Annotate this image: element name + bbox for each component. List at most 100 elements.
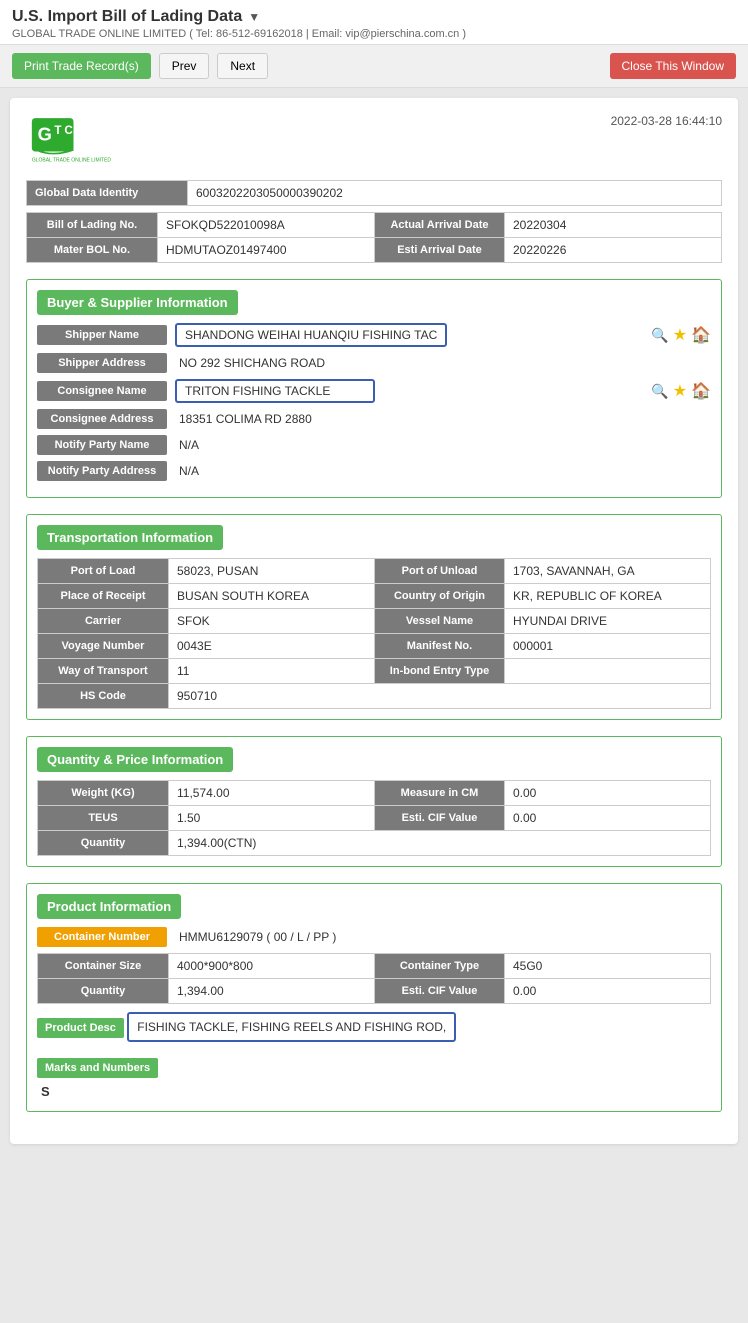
- shipper-star-icon[interactable]: ★: [673, 325, 687, 345]
- global-identity-label: Global Data Identity: [27, 181, 187, 205]
- teus-label: TEUS: [38, 806, 168, 830]
- company-logo: G T C GLOBAL TRADE ONLINE LIMITED: [26, 114, 146, 164]
- shipper-name-label: Shipper Name: [37, 325, 167, 345]
- actual-arrival-value: 20220304: [504, 213, 721, 237]
- transportation-title: Transportation Information: [37, 525, 223, 550]
- next-button[interactable]: Next: [217, 53, 268, 79]
- notify-party-name-row: Notify Party Name N/A: [37, 435, 711, 455]
- shipper-name-row: Shipper Name SHANDONG WEIHAI HUANQIU FIS…: [37, 323, 711, 347]
- shipper-address-value: NO 292 SHICHANG ROAD: [175, 353, 329, 373]
- consignee-name-label: Consignee Name: [37, 381, 167, 401]
- main-content: G T C GLOBAL TRADE ONLINE LIMITED 2022-0…: [10, 98, 738, 1144]
- consignee-home-icon[interactable]: 🏠: [691, 381, 711, 401]
- vessel-name-label: Vessel Name: [374, 609, 504, 633]
- global-identity-row: Global Data Identity 6003202203050000390…: [26, 180, 722, 206]
- inbond-entry-value: [504, 659, 710, 683]
- esti-arrival-label: Esti Arrival Date: [374, 238, 504, 262]
- shipper-address-label: Shipper Address: [37, 353, 167, 373]
- notify-party-name-value: N/A: [175, 435, 203, 455]
- hscode-row: HS Code 950710: [37, 683, 711, 709]
- container-number-row: Container Number HMMU6129079 ( 00 / L / …: [37, 927, 711, 947]
- esti-arrival-value: 20220226: [504, 238, 721, 262]
- notify-party-name-label: Notify Party Name: [37, 435, 167, 455]
- carrier-row: Carrier SFOK Vessel Name HYUNDAI DRIVE: [37, 608, 711, 634]
- consignee-search-icon[interactable]: 🔍: [651, 383, 668, 400]
- qp-esti-cif-label: Esti. CIF Value: [374, 806, 504, 830]
- product-title: Product Information: [37, 894, 181, 919]
- port-unload-label: Port of Unload: [374, 559, 504, 583]
- svg-text:G: G: [38, 124, 52, 145]
- shipper-address-row: Shipper Address NO 292 SHICHANG ROAD: [37, 353, 711, 373]
- product-desc-area: Product Desc FISHING TACKLE, FISHING REE…: [37, 1012, 711, 1050]
- prev-button[interactable]: Prev: [159, 53, 210, 79]
- transport-type-row: Way of Transport 11 In-bond Entry Type: [37, 658, 711, 684]
- buyer-supplier-title: Buyer & Supplier Information: [37, 290, 238, 315]
- voyage-row: Voyage Number 0043E Manifest No. 000001: [37, 633, 711, 659]
- marks-value: S: [37, 1082, 711, 1101]
- weight-label: Weight (KG): [38, 781, 168, 805]
- quantity-price-title: Quantity & Price Information: [37, 747, 233, 772]
- qp-esti-cif-value: 0.00: [504, 806, 710, 830]
- shipper-home-icon[interactable]: 🏠: [691, 325, 711, 345]
- manifest-no-value: 000001: [504, 634, 710, 658]
- dropdown-arrow-icon[interactable]: ▼: [248, 10, 260, 24]
- notify-party-address-value: N/A: [175, 461, 203, 481]
- carrier-label: Carrier: [38, 609, 168, 633]
- mater-bol-value: HDMUTAOZ01497400: [157, 238, 374, 262]
- doc-header: G T C GLOBAL TRADE ONLINE LIMITED 2022-0…: [26, 114, 722, 164]
- voyage-number-value: 0043E: [168, 634, 374, 658]
- container-type-label: Container Type: [374, 954, 504, 978]
- inbond-entry-label: In-bond Entry Type: [374, 659, 504, 683]
- print-button[interactable]: Print Trade Record(s): [12, 53, 151, 79]
- qp-quantity-value: 1,394.00(CTN): [168, 831, 710, 855]
- bol-row: Bill of Lading No. SFOKQD522010098A Actu…: [26, 212, 722, 238]
- country-value: KR, REPUBLIC OF KOREA: [504, 584, 710, 608]
- consignee-star-icon[interactable]: ★: [673, 381, 687, 401]
- shipper-search-icon[interactable]: 🔍: [651, 327, 668, 344]
- weight-row: Weight (KG) 11,574.00 Measure in CM 0.00: [37, 780, 711, 806]
- quantity-price-section: Quantity & Price Information Weight (KG)…: [26, 736, 722, 867]
- container-size-label: Container Size: [38, 954, 168, 978]
- marks-label: Marks and Numbers: [37, 1058, 158, 1078]
- toolbar: Print Trade Record(s) Prev Next Close Th…: [0, 45, 748, 88]
- consignee-address-row: Consignee Address 18351 COLIMA RD 2880: [37, 409, 711, 429]
- manifest-no-label: Manifest No.: [374, 634, 504, 658]
- way-transport-value: 11: [168, 659, 374, 683]
- container-number-value: HMMU6129079 ( 00 / L / PP ): [175, 927, 340, 947]
- doc-datetime: 2022-03-28 16:44:10: [611, 114, 722, 128]
- consignee-icons: 🔍 ★ 🏠: [651, 381, 711, 401]
- page-header: U.S. Import Bill of Lading Data ▼ GLOBAL…: [0, 0, 748, 45]
- page-title: U.S. Import Bill of Lading Data ▼: [12, 8, 260, 26]
- hs-code-label: HS Code: [38, 684, 168, 708]
- measure-value: 0.00: [504, 781, 710, 805]
- marks-area: Marks and Numbers S: [37, 1058, 711, 1101]
- teus-row: TEUS 1.50 Esti. CIF Value 0.00: [37, 805, 711, 831]
- notify-party-address-row: Notify Party Address N/A: [37, 461, 711, 481]
- bol-label: Bill of Lading No.: [27, 213, 157, 237]
- shipper-name-value: SHANDONG WEIHAI HUANQIU FISHING TAC: [175, 323, 447, 347]
- svg-text:GLOBAL TRADE ONLINE LIMITED: GLOBAL TRADE ONLINE LIMITED: [32, 158, 112, 164]
- product-desc-label: Product Desc: [37, 1018, 124, 1038]
- port-load-label: Port of Load: [38, 559, 168, 583]
- prod-esti-cif-value: 0.00: [504, 979, 710, 1003]
- place-receipt-label: Place of Receipt: [38, 584, 168, 608]
- container-size-row: Container Size 4000*900*800 Container Ty…: [37, 953, 711, 979]
- shipper-icons: 🔍 ★ 🏠: [651, 325, 711, 345]
- consignee-name-value: TRITON FISHING TACKLE: [175, 379, 375, 403]
- page-subtitle: GLOBAL TRADE ONLINE LIMITED ( Tel: 86-51…: [12, 28, 736, 40]
- consignee-address-label: Consignee Address: [37, 409, 167, 429]
- way-transport-label: Way of Transport: [38, 659, 168, 683]
- notify-party-address-label: Notify Party Address: [37, 461, 167, 481]
- port-row: Port of Load 58023, PUSAN Port of Unload…: [37, 558, 711, 584]
- close-button[interactable]: Close This Window: [610, 53, 736, 79]
- container-type-value: 45G0: [504, 954, 710, 978]
- qp-quantity-label: Quantity: [38, 831, 168, 855]
- product-section: Product Information Container Number HMM…: [26, 883, 722, 1112]
- transportation-section: Transportation Information Port of Load …: [26, 514, 722, 720]
- mater-bol-label: Mater BOL No.: [27, 238, 157, 262]
- prod-quantity-value: 1,394.00: [168, 979, 374, 1003]
- prod-quantity-label: Quantity: [38, 979, 168, 1003]
- qp-quantity-row: Quantity 1,394.00(CTN): [37, 830, 711, 856]
- consignee-address-value: 18351 COLIMA RD 2880: [175, 409, 316, 429]
- container-number-label: Container Number: [37, 927, 167, 947]
